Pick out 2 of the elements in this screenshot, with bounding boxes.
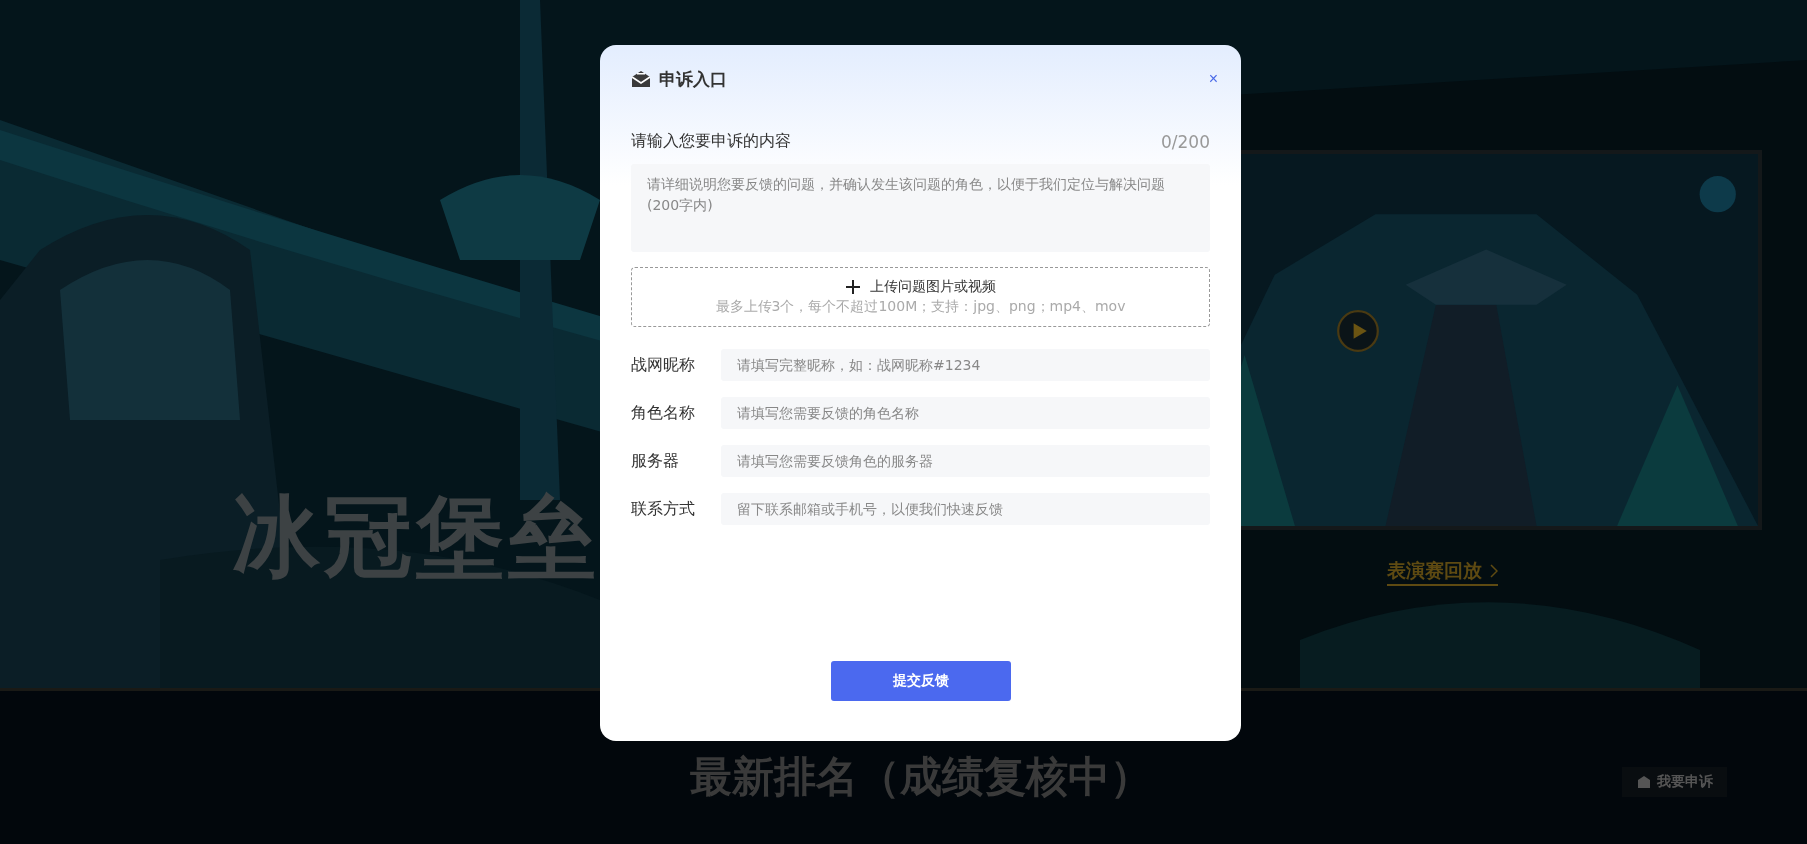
appeal-button[interactable]: 我要申诉 bbox=[1622, 767, 1727, 797]
ranking-title: 最新排名（成绩复核中） bbox=[690, 751, 1152, 803]
